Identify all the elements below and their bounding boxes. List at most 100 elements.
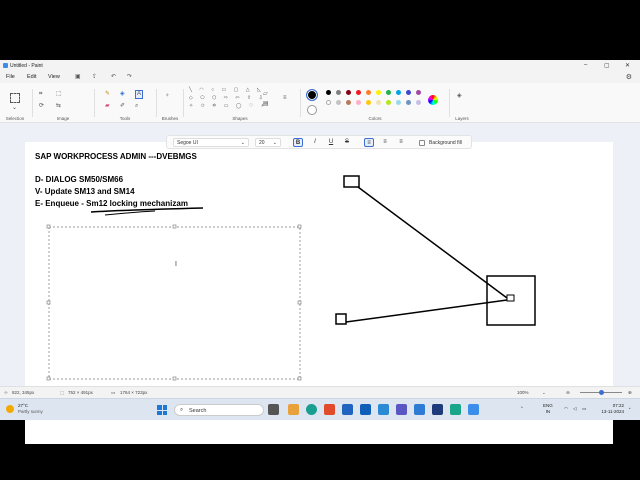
color-swatch[interactable] <box>326 90 331 95</box>
shapes-row1-icon[interactable]: ╲ ◠ ○ ▭ ▢ △ ◺ <box>189 87 264 94</box>
weather-widget[interactable]: 27°C Partly sunny <box>18 403 43 415</box>
edge-icon[interactable] <box>306 404 317 415</box>
font-size-select[interactable]: 20 ⌄ <box>255 138 281 147</box>
align-center-icon[interactable]: ≡ <box>380 138 390 147</box>
secondary-color-swatch[interactable] <box>307 105 317 115</box>
app-icon-2[interactable] <box>432 404 443 415</box>
color-swatch[interactable] <box>346 100 351 105</box>
color-swatch[interactable] <box>336 100 341 105</box>
color-swatch[interactable] <box>376 100 381 105</box>
color-picker-icon[interactable]: ✐ <box>120 103 125 110</box>
selection-icon[interactable] <box>10 93 20 103</box>
paint-taskbar-icon[interactable] <box>468 404 479 415</box>
color-swatch[interactable] <box>416 100 421 105</box>
maximize-icon[interactable]: ▢ <box>604 62 610 69</box>
undo-icon[interactable]: ↶ <box>111 73 116 80</box>
menu-view[interactable]: View <box>48 74 60 80</box>
file-explorer-icon[interactable] <box>288 404 299 415</box>
text-selection-box[interactable] <box>48 226 301 380</box>
color-swatch[interactable] <box>326 100 331 105</box>
weather-icon[interactable] <box>6 405 14 413</box>
save-icon[interactable]: ▣ <box>75 73 81 80</box>
selection-dropdown-icon[interactable]: ⌄ <box>12 105 17 112</box>
minimize-icon[interactable]: – <box>584 62 587 68</box>
app-icon-3[interactable] <box>450 404 461 415</box>
close-icon[interactable]: ✕ <box>625 62 630 69</box>
connector-line-bottom <box>345 299 508 323</box>
shapes-row2-icon[interactable]: ◇ ⬠ ⬡ ⇨ ⇦ ⇧ ⇩ <box>189 95 266 102</box>
bold-button[interactable]: B <box>293 138 303 147</box>
battery-icon[interactable]: ▭ <box>582 406 586 412</box>
color-swatch[interactable] <box>386 100 391 105</box>
color-swatch[interactable] <box>366 90 371 95</box>
app-icon-1[interactable] <box>414 404 425 415</box>
crop-icon[interactable]: ⌗ <box>39 91 42 98</box>
zoom-in-icon[interactable]: ⊕ <box>628 390 632 396</box>
align-right-icon[interactable]: ≡ <box>396 138 406 147</box>
strikethrough-button[interactable]: S <box>342 138 352 147</box>
color-swatch[interactable] <box>346 90 351 95</box>
image-label: Image <box>56 116 70 121</box>
wifi-icon[interactable]: ◠ <box>564 406 568 412</box>
zoom-slider-thumb[interactable] <box>599 390 604 395</box>
mail-icon[interactable] <box>378 404 389 415</box>
color-swatch[interactable] <box>396 90 401 95</box>
color-swatch[interactable] <box>416 90 421 95</box>
layers-group: ◈ Layers <box>450 83 474 123</box>
tray-chevron-icon[interactable]: ⌃ <box>520 406 524 412</box>
clock[interactable]: 07:22 13-11-2024 <box>596 403 624 415</box>
zoom-dropdown-icon[interactable]: ⌄ <box>542 390 546 396</box>
language-indicator[interactable]: ENG IN <box>543 403 553 415</box>
colors-group: Colors <box>302 83 448 123</box>
italic-button[interactable]: I <box>310 138 320 147</box>
brush-icon[interactable]: ♆ <box>165 93 170 100</box>
color-swatch[interactable] <box>356 100 361 105</box>
store-icon[interactable] <box>342 404 353 415</box>
search-icon: ⌕ <box>180 407 184 413</box>
shape-fill-icon[interactable]: ▤ <box>263 101 269 108</box>
primary-color-swatch[interactable] <box>306 89 318 101</box>
menu-file[interactable]: File <box>6 74 15 80</box>
menu-edit[interactable]: Edit <box>27 74 36 80</box>
zoom-out-icon[interactable]: ⊖ <box>566 390 570 396</box>
zoom-level[interactable]: 100% <box>517 390 529 395</box>
color-swatch[interactable] <box>336 90 341 95</box>
resize-icon[interactable]: ⬚ <box>56 91 62 98</box>
align-left-icon[interactable]: ≡ <box>364 138 374 147</box>
selection-handles[interactable] <box>46 224 302 381</box>
layers-icon[interactable]: ◈ <box>457 93 462 100</box>
rotate-icon[interactable]: ⟳ <box>39 103 44 110</box>
settings-gear-icon[interactable]: ⚙ <box>626 73 632 81</box>
fill-icon[interactable]: ◈ <box>120 91 125 98</box>
outline-icon[interactable]: ▱ <box>263 91 268 98</box>
text-cursor-icon: I <box>175 261 177 268</box>
color-swatch[interactable] <box>366 100 371 105</box>
underline-button[interactable]: U <box>326 138 336 147</box>
notification-icon[interactable]: ◔ <box>628 406 631 412</box>
share-icon[interactable]: ⇪ <box>92 73 97 80</box>
taskbar-search[interactable]: ⌕ Search <box>174 404 264 416</box>
background-fill-checkbox[interactable] <box>419 140 425 146</box>
teams-icon[interactable] <box>396 404 407 415</box>
color-swatch[interactable] <box>356 90 361 95</box>
color-swatch[interactable] <box>386 90 391 95</box>
redo-icon[interactable]: ↷ <box>127 73 132 80</box>
pencil-icon[interactable]: ✎ <box>105 91 110 98</box>
font-family-select[interactable]: Segoe UI ⌄ <box>173 138 249 147</box>
task-view-icon[interactable] <box>268 404 279 415</box>
color-swatch[interactable] <box>406 90 411 95</box>
color-swatch[interactable] <box>396 100 401 105</box>
text-tool-icon[interactable]: A <box>135 90 144 99</box>
magnifier-icon[interactable]: ⌕ <box>135 103 138 110</box>
edit-colors-icon[interactable] <box>428 95 438 105</box>
flip-icon[interactable]: ⇆ <box>56 103 61 110</box>
start-button[interactable] <box>157 405 167 415</box>
shape-size-icon[interactable]: ≡ <box>283 95 287 102</box>
volume-icon[interactable]: ◁ <box>573 406 576 412</box>
outlook-icon[interactable] <box>360 404 371 415</box>
color-swatch[interactable] <box>406 100 411 105</box>
color-swatch[interactable] <box>376 90 381 95</box>
office-icon[interactable] <box>324 404 335 415</box>
shapes-row3-icon[interactable]: ✧ ✩ ✡ ▭ ◯ ♡ ⚡ <box>189 103 267 110</box>
eraser-icon[interactable]: ▰ <box>105 103 110 110</box>
